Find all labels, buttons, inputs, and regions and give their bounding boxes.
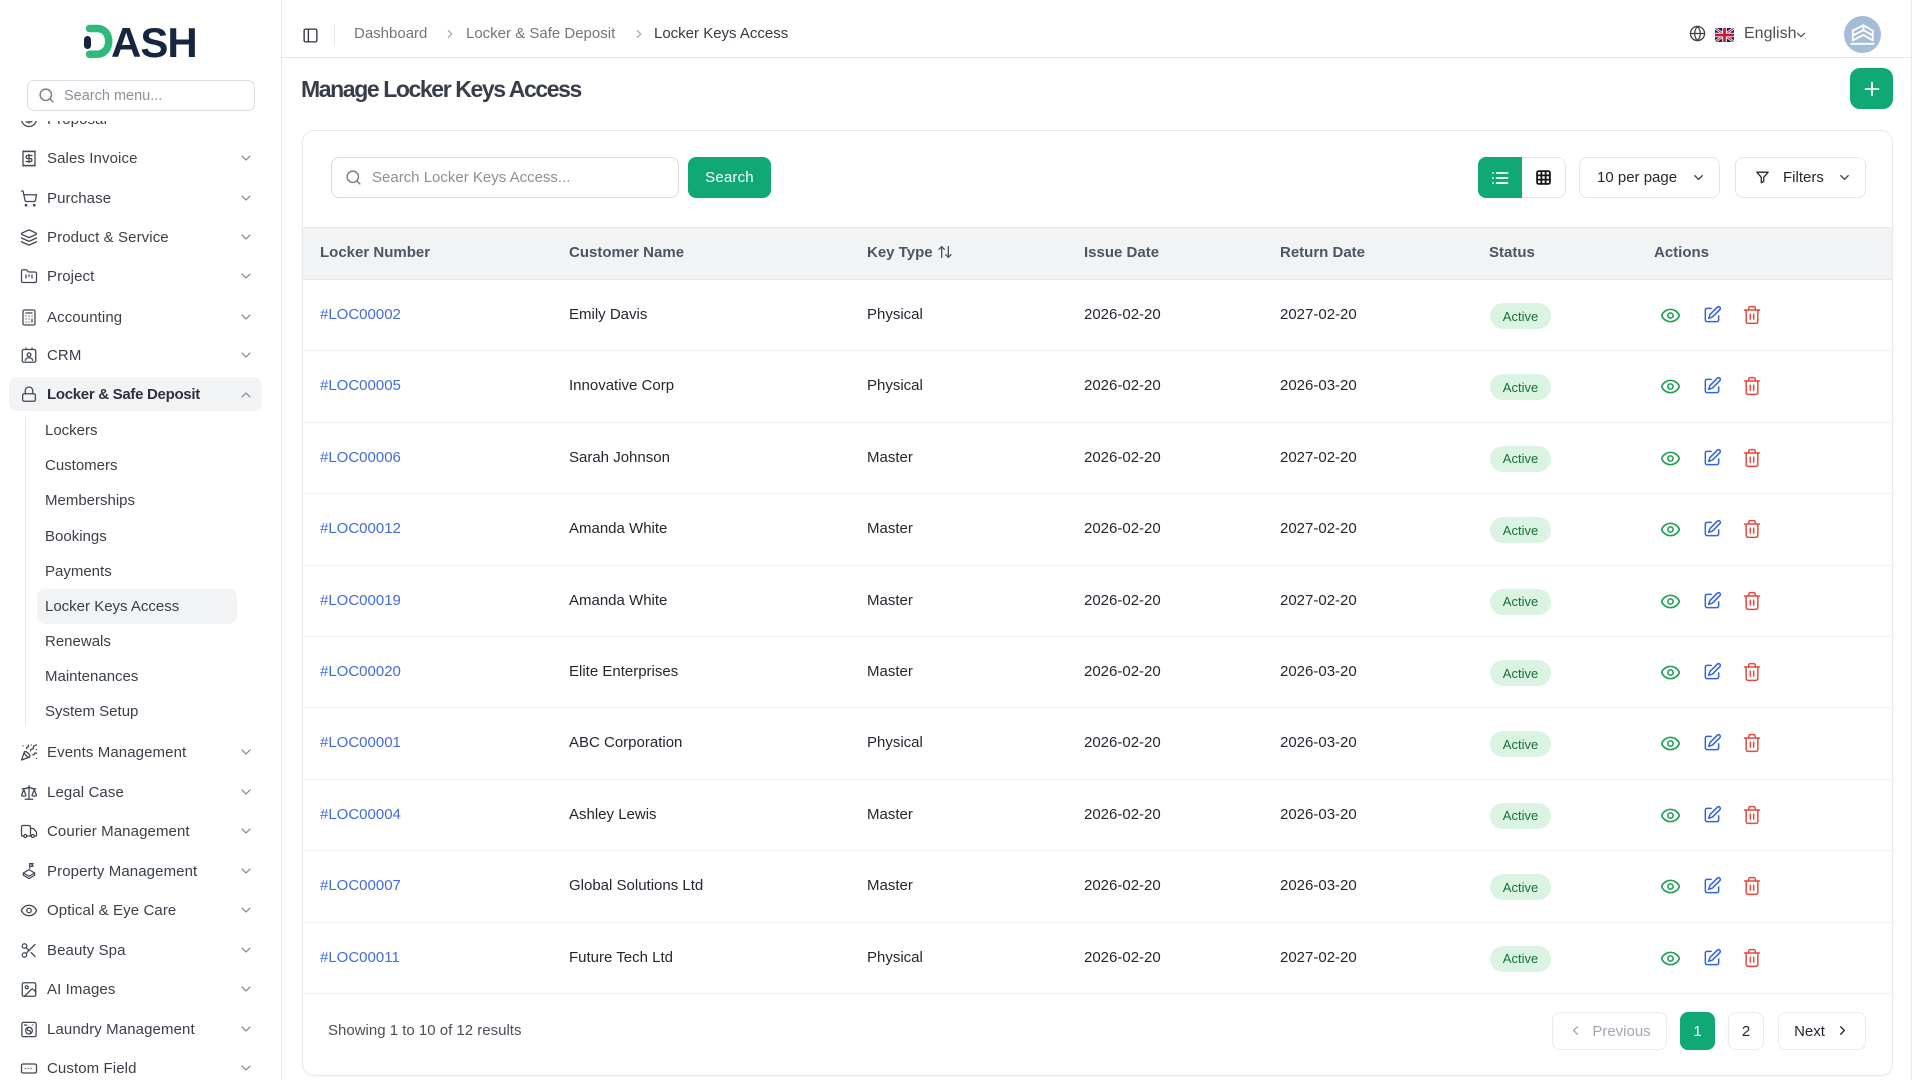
- svg-text:ASH: ASH: [111, 23, 197, 63]
